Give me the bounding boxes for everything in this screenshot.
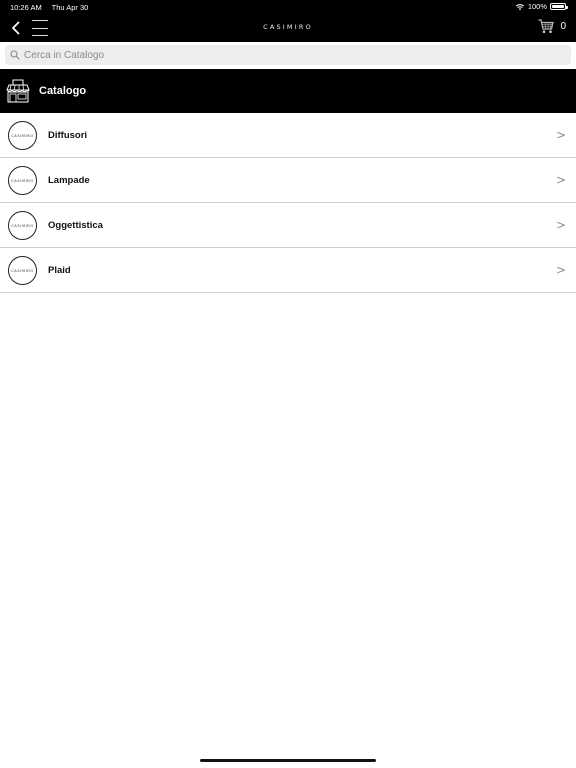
home-indicator[interactable] [200, 759, 376, 762]
category-thumbnail: CASIMIRO [8, 166, 37, 195]
category-thumbnail: CASIMIRO [8, 211, 37, 240]
status-date: Thu Apr 30 [51, 3, 89, 12]
thumbnail-logo: CASIMIRO [11, 178, 34, 183]
list-item[interactable]: CASIMIRO Diffusori > [0, 113, 576, 158]
cart-count: 0 [560, 21, 566, 32]
wifi-icon [515, 3, 524, 10]
cart-button[interactable]: 0 [538, 19, 566, 34]
nav-bar: CASIMIRO 0 [0, 14, 576, 42]
chevron-right-icon: > [555, 128, 566, 142]
search-field[interactable] [5, 45, 571, 65]
status-time: 10:26 AM [10, 3, 42, 12]
chevron-right-icon: > [555, 173, 566, 187]
category-label: Lampade [48, 175, 90, 186]
status-bar: 10:26 AM Thu Apr 30 100% [0, 0, 576, 14]
battery-fill [552, 5, 564, 8]
list-item[interactable]: CASIMIRO Lampade > [0, 158, 576, 203]
brand-logo: CASIMIRO [263, 23, 313, 31]
cart-icon [538, 19, 555, 33]
status-left: 10:26 AM Thu Apr 30 [10, 3, 96, 12]
storefront-icon [6, 79, 30, 103]
search-input[interactable] [24, 49, 544, 61]
category-label: Plaid [48, 265, 71, 276]
list-item[interactable]: CASIMIRO Oggettistica > [0, 203, 576, 248]
category-list: CASIMIRO Diffusori > CASIMIRO Lampade > … [0, 113, 576, 293]
thumbnail-logo: CASIMIRO [11, 268, 34, 273]
thumbnail-logo: CASIMIRO [11, 133, 34, 138]
list-item[interactable]: CASIMIRO Plaid > [0, 248, 576, 293]
chevron-right-icon: > [555, 218, 566, 232]
section-title: Catalogo [39, 85, 87, 97]
catalog-header: Catalogo [0, 69, 576, 113]
category-label: Diffusori [48, 130, 88, 141]
battery-percent: 100% [527, 2, 547, 11]
search-icon [10, 50, 20, 60]
search-bar [0, 42, 576, 68]
chevron-right-icon: > [555, 263, 566, 277]
status-right: 100% [515, 2, 568, 11]
category-thumbnail: CASIMIRO [8, 121, 37, 150]
thumbnail-logo: CASIMIRO [11, 223, 34, 228]
menu-line [32, 35, 48, 36]
battery-icon [550, 3, 568, 10]
category-label: Oggettistica [48, 220, 103, 231]
hamburger-menu-icon [32, 20, 48, 21]
category-thumbnail: CASIMIRO [8, 256, 37, 285]
